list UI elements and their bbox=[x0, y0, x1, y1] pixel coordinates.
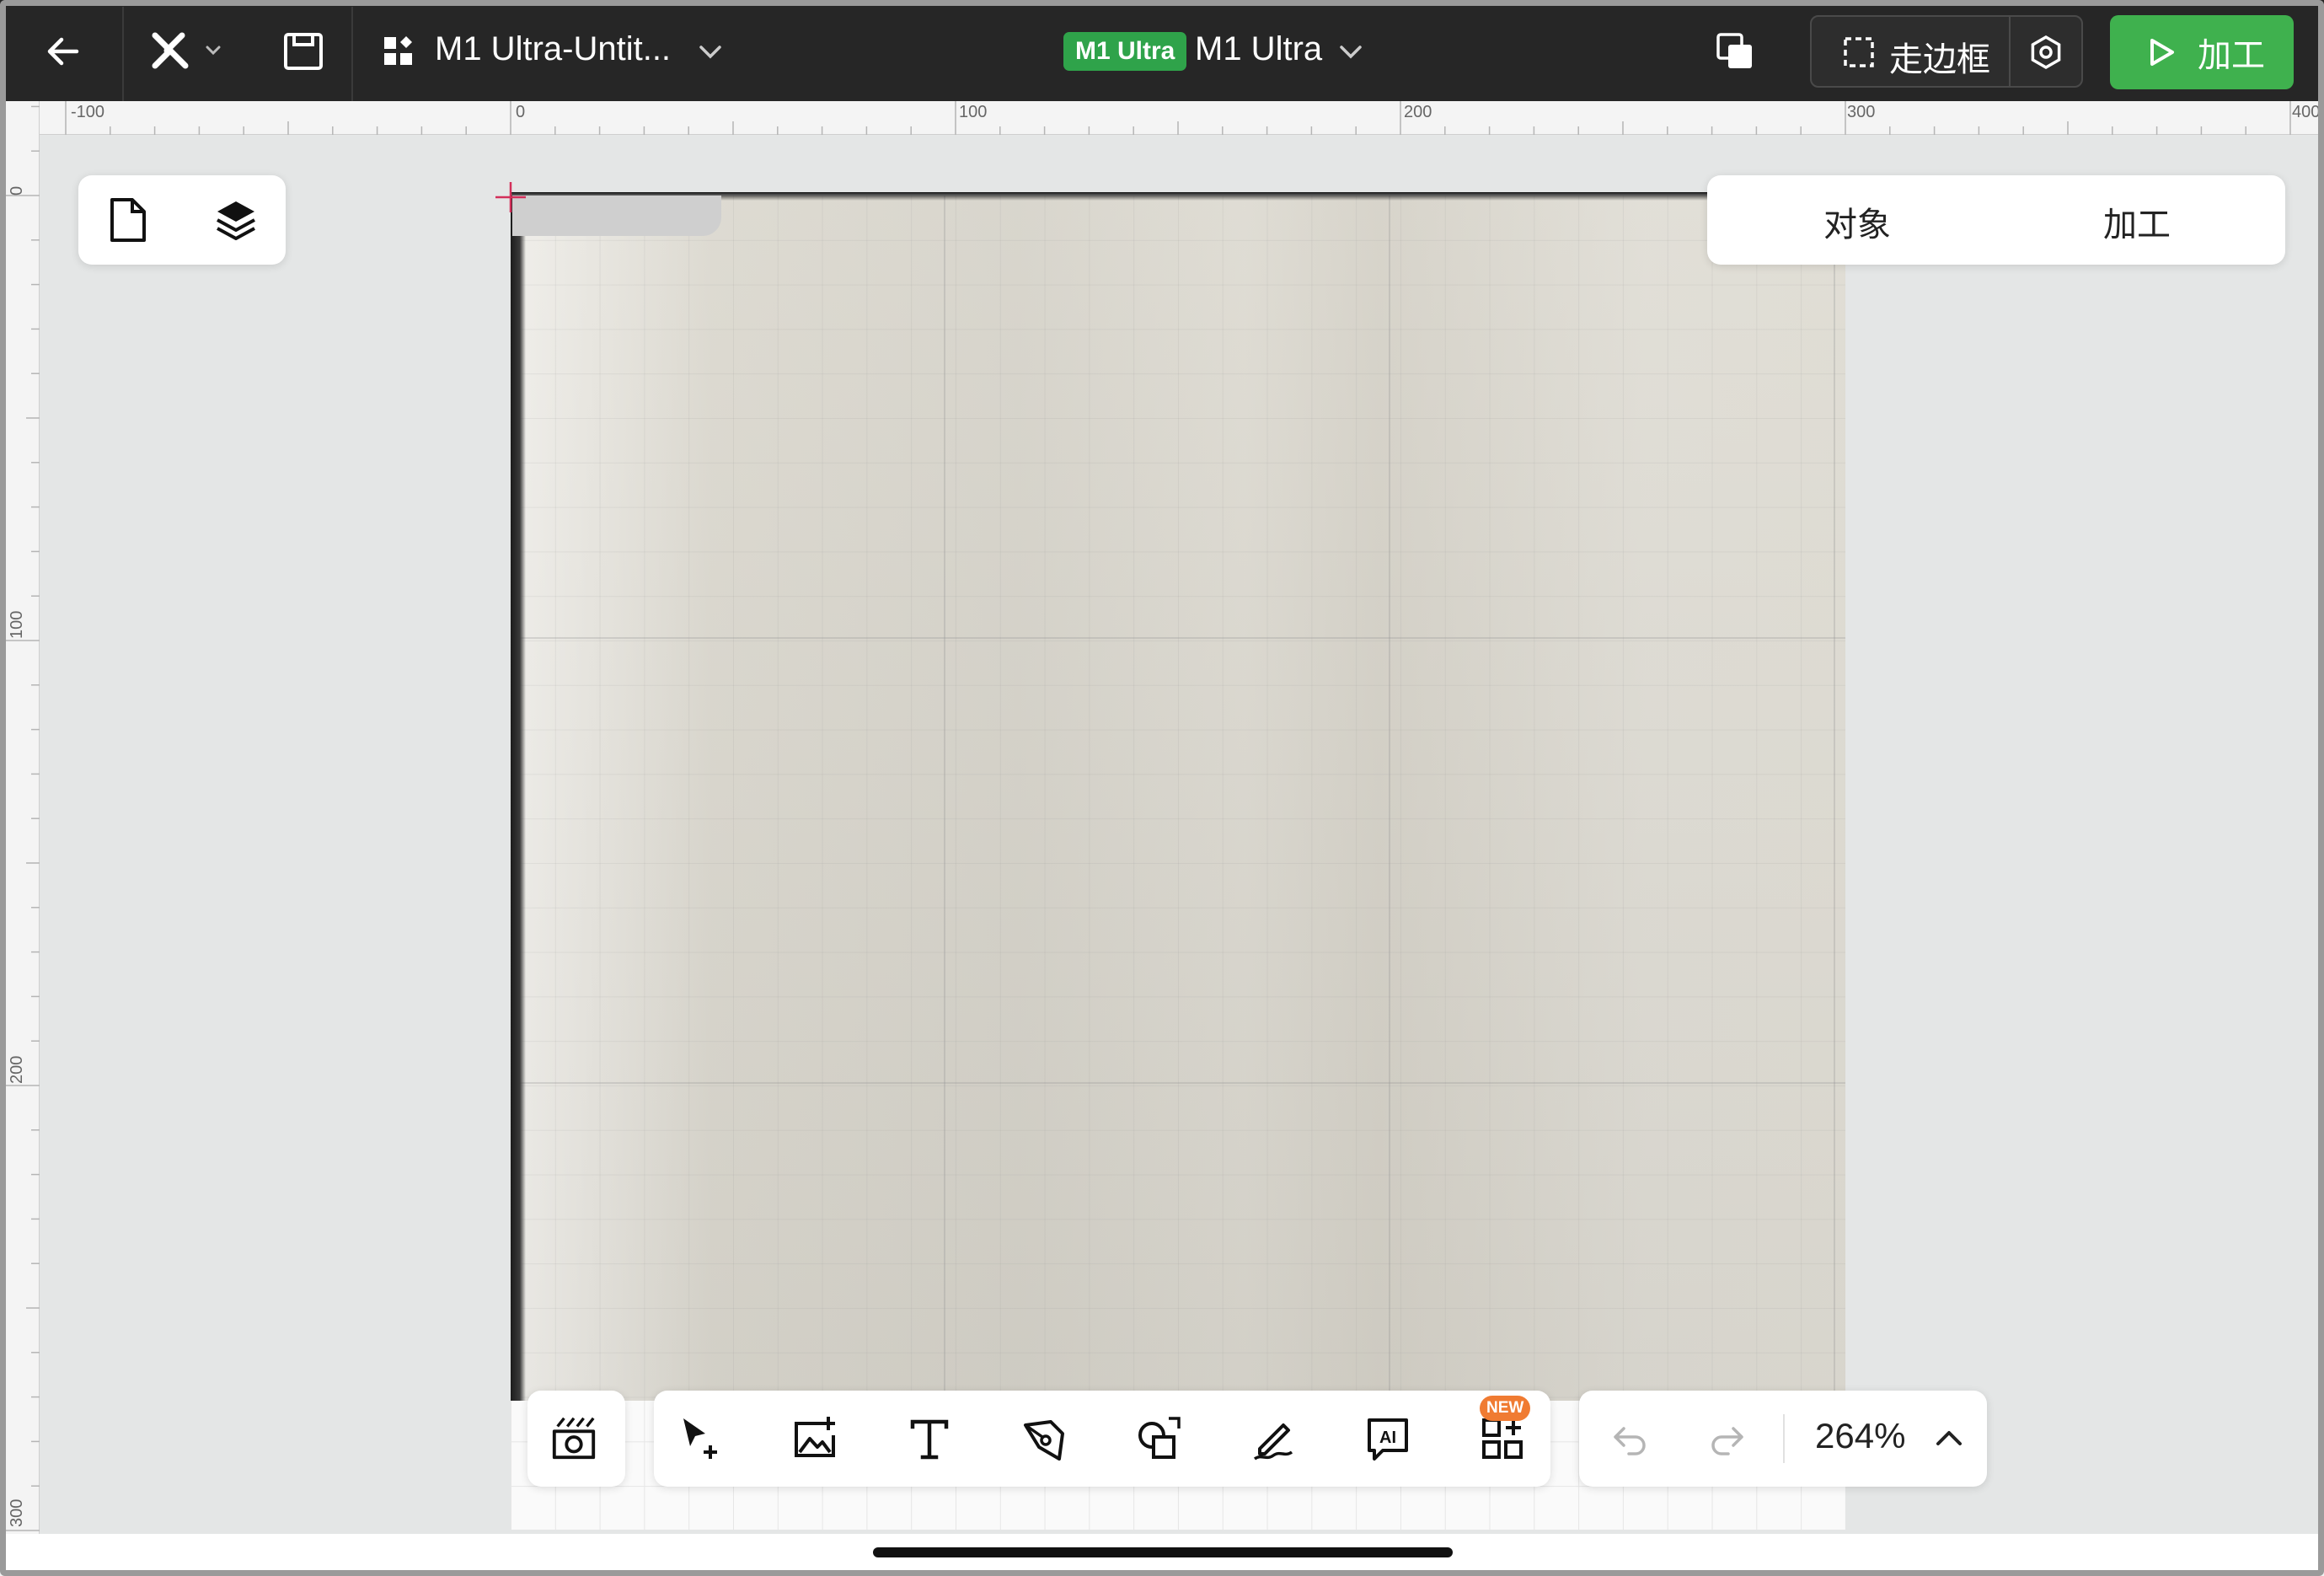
pen-icon[interactable] bbox=[1020, 1414, 1068, 1463]
svg-text:AI: AI bbox=[1379, 1429, 1396, 1447]
back-arrow-icon[interactable] bbox=[37, 25, 89, 78]
new-badge: NEW bbox=[1480, 1396, 1531, 1421]
ruler-label: 0 bbox=[8, 185, 26, 196]
ruler-label: -100 bbox=[71, 103, 105, 121]
home-indicator bbox=[873, 1547, 1453, 1557]
device-chevron-down-icon[interactable] bbox=[1336, 39, 1365, 64]
ai-text-icon[interactable]: AI bbox=[1363, 1414, 1412, 1463]
copy-layers-icon[interactable] bbox=[1712, 29, 1759, 76]
tab-process[interactable]: 加工 bbox=[2103, 197, 2171, 246]
ruler-label: 300 bbox=[8, 1498, 26, 1527]
chevron-up-icon[interactable] bbox=[1925, 1414, 1973, 1463]
tab-object[interactable]: 对象 bbox=[1823, 197, 1891, 246]
process-label: 加工 bbox=[2198, 37, 2265, 74]
app-menu-button[interactable] bbox=[148, 27, 233, 76]
frame-settings-icon[interactable] bbox=[2027, 34, 2064, 71]
frame-button[interactable]: 走边框 bbox=[1810, 15, 2083, 88]
left-panel bbox=[78, 175, 286, 265]
zoom-level[interactable]: 264% bbox=[1815, 1416, 1905, 1456]
ruler-label: 100 bbox=[8, 610, 26, 639]
camera-capture-icon[interactable] bbox=[549, 1414, 598, 1463]
device-name[interactable]: M1 Ultra bbox=[1195, 30, 1322, 68]
device-badge: M1 Ultra bbox=[1063, 32, 1187, 71]
cursor-plus-icon[interactable] bbox=[676, 1414, 725, 1463]
grid-plus-icon[interactable] bbox=[1478, 1414, 1527, 1463]
chevron-down-icon[interactable] bbox=[696, 39, 725, 64]
horizontal-ruler: -100 0 100 200 300 400 bbox=[39, 101, 2324, 135]
text-icon[interactable] bbox=[905, 1414, 954, 1463]
ruler-label: 100 bbox=[959, 103, 988, 121]
play-icon bbox=[2150, 39, 2174, 66]
save-icon[interactable] bbox=[280, 30, 327, 72]
project-dashboard-icon bbox=[381, 34, 416, 69]
top-toolbar: M1 Ultra-Untit... M1 Ultra M1 Ultra 走边框 … bbox=[0, 0, 2324, 101]
machine-clip bbox=[512, 196, 721, 236]
ruler-label: 200 bbox=[8, 1055, 26, 1084]
dashed-frame-icon bbox=[1842, 35, 1876, 69]
layers-icon[interactable] bbox=[212, 196, 260, 244]
zoom-panel: 264% bbox=[1579, 1391, 1987, 1487]
machine-edge bbox=[511, 196, 526, 1401]
drawing-toolbar: AI bbox=[654, 1391, 1550, 1487]
frame-label: 走边框 bbox=[1889, 41, 1990, 78]
work-area-grid-overlay bbox=[511, 196, 1845, 1401]
image-plus-icon[interactable] bbox=[790, 1414, 839, 1463]
vertical-ruler: 0 100 200 300 bbox=[6, 101, 40, 1534]
camera-panel bbox=[527, 1391, 625, 1487]
ruler-label: 0 bbox=[516, 103, 526, 121]
origin-crosshair-icon bbox=[495, 182, 526, 212]
redo-icon[interactable] bbox=[1702, 1414, 1751, 1463]
shapes-icon[interactable] bbox=[1134, 1414, 1183, 1463]
process-button[interactable]: 加工 bbox=[2110, 15, 2294, 89]
ruler-label: 300 bbox=[1847, 103, 1876, 121]
properties-panel-tabs: 对象 加工 bbox=[1707, 175, 2285, 265]
xtool-logo-icon bbox=[152, 32, 221, 69]
document-icon[interactable] bbox=[104, 196, 153, 244]
undo-icon[interactable] bbox=[1606, 1414, 1655, 1463]
project-title[interactable]: M1 Ultra-Untit... bbox=[435, 30, 671, 68]
ruler-label: 400 bbox=[2292, 103, 2321, 121]
pencil-icon[interactable] bbox=[1249, 1414, 1298, 1463]
ruler-label: 200 bbox=[1404, 103, 1432, 121]
